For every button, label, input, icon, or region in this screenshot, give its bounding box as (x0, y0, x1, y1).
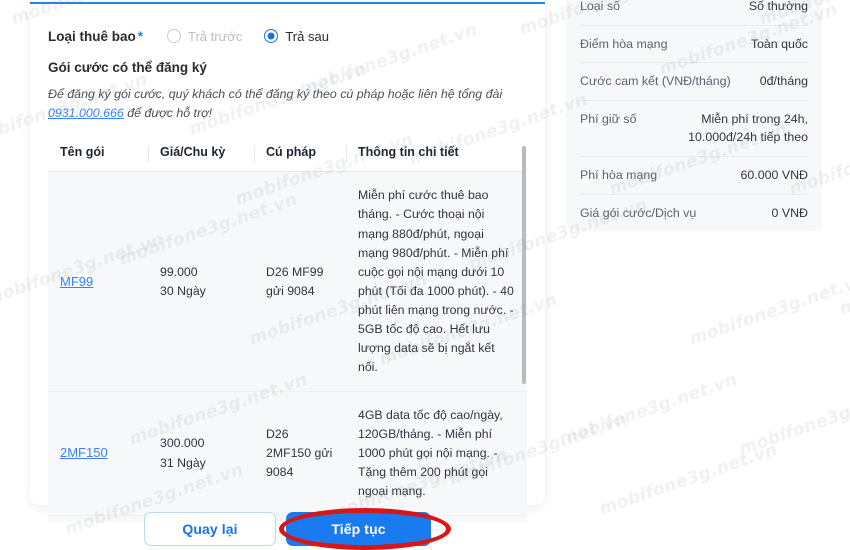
watermark-text: mobifone3g.net.vn (686, 269, 850, 350)
continue-button[interactable]: Tiếp tục (286, 512, 431, 546)
watermark-text: mobifone3g.net.vn (596, 439, 781, 520)
summary-value: Miễn phí trong 24h, 10.000đ/24h tiếp the… (688, 111, 808, 145)
package-price: 99.000 (160, 264, 198, 279)
wizard-footer: Quay lại Tiếp tục (30, 512, 545, 550)
summary-row: Giá gói cước/Dịch vụ 0 VNĐ (580, 195, 808, 232)
summary-value: 0đ/tháng (759, 74, 808, 89)
hotline-link[interactable]: 0931.000.666 (48, 106, 124, 120)
watermark-text: mobifone3g.net.vn (736, 379, 850, 460)
summary-value: Số thường (748, 0, 808, 13)
package-cycle: 30 Ngày (160, 283, 206, 298)
order-summary-panel: Loại số Số thường Điểm hòa mạng Toàn quố… (566, 0, 822, 232)
subscription-type-label: Loại thuê bao * (48, 29, 143, 44)
radio-circle-selected-icon (264, 29, 279, 43)
table-row[interactable]: MF99 99.000 30 Ngày D26 MF99 gửi 9084 Mi… (48, 172, 527, 392)
subscription-type-radio-group[interactable]: Trả trước Trả sau (167, 29, 329, 44)
available-packages-title: Gói cước có thể đăng ký (48, 60, 207, 75)
column-header-name: Tên gói (60, 145, 105, 160)
summary-label: Giá gói cước/Dịch vụ (580, 205, 697, 220)
cell-details: Miễn phí cước thuê bao tháng. - Cước tho… (358, 188, 514, 374)
package-price: 300.000 (160, 436, 205, 451)
required-asterisk: * (137, 28, 144, 44)
summary-value: 60.000 VNĐ (740, 168, 808, 183)
summary-label: Phí giữ số (580, 111, 637, 126)
registration-hint: Để đăng ký gói cước, quý khách có thể đă… (48, 85, 527, 123)
radio-option-postpaid[interactable]: Trả sau (264, 29, 329, 44)
table-scrollbar-thumb[interactable] (522, 146, 526, 385)
summary-label: Cước cam kết (VNĐ/tháng) (580, 74, 731, 89)
hint-suffix-text: để được hỗ trợ! (123, 106, 213, 121)
radio-option-postpaid-label: Trả sau (285, 28, 329, 44)
package-table-body[interactable]: MF99 99.000 30 Ngày D26 MF99 gửi 9084 Mi… (48, 172, 527, 523)
cell-package-name: MF99 (48, 172, 148, 390)
summary-row: Loại số Số thường (580, 0, 808, 26)
package-cycle: 31 Ngày (160, 455, 206, 470)
table-row[interactable]: 2MF150 300.000 31 Ngày D26 2MF150 gửi 90… (48, 391, 527, 517)
cell-syntax: D26 MF99 gửi 9084 (266, 264, 324, 298)
package-table: Tên gói Giá/Chu kỳ Cú pháp Thông tin chi… (48, 136, 528, 523)
summary-row: Điểm hòa mạng Toàn quốc (580, 26, 808, 64)
summary-row: Phí giữ số Miễn phí trong 24h, 10.000đ/2… (580, 101, 808, 158)
hint-prefix-text: Để đăng ký gói cước, quý khách có thể đă… (48, 87, 503, 101)
column-header-syntax: Cú pháp (254, 145, 346, 164)
summary-value: 0 VNĐ (771, 205, 809, 220)
table-scrollbar-track[interactable] (519, 136, 528, 486)
summary-label: Điểm hòa mạng (580, 36, 668, 51)
column-header-details: Thông tin chi tiết (346, 145, 527, 164)
subscription-type-label-text: Loại thuê bao (48, 28, 136, 44)
radio-option-prepaid[interactable]: Trả trước (167, 29, 242, 44)
summary-label: Loại số (580, 0, 620, 13)
column-header-price: Giá/Chu kỳ (148, 145, 254, 164)
cell-price-cycle: 99.000 30 Ngày (148, 172, 254, 390)
cell-syntax: D26 2MF150 gửi 9084 (266, 426, 333, 480)
radio-option-prepaid-label: Trả trước (188, 28, 243, 44)
watermark-text: mobifone3g.net.vn (836, 239, 850, 320)
cell-package-name: 2MF150 (48, 392, 148, 515)
summary-label: Phí hòa mạng (580, 168, 658, 183)
package-link[interactable]: 2MF150 (60, 443, 136, 463)
back-button[interactable]: Quay lại (144, 512, 276, 546)
package-table-header: Tên gói Giá/Chu kỳ Cú pháp Thông tin chi… (48, 136, 527, 173)
radio-circle-icon (167, 29, 182, 43)
subscription-type-row: Loại thuê bao * Trả trước Trả sau (48, 24, 527, 48)
package-link[interactable]: MF99 (60, 272, 136, 292)
watermark-text: mobifone3g.net.vn (556, 369, 741, 450)
cell-details: 4GB data tốc độ cao/ngày, 120GB/tháng. -… (358, 407, 503, 499)
summary-value: Toàn quốc (750, 36, 808, 51)
summary-row: Phí hòa mạng 60.000 VNĐ (580, 157, 808, 195)
registration-card: Loại thuê bao * Trả trước Trả sau Gói cướ… (30, 2, 545, 523)
summary-row: Cước cam kết (VNĐ/tháng) 0đ/tháng (580, 63, 808, 101)
cell-price-cycle: 300.000 31 Ngày (148, 392, 254, 515)
